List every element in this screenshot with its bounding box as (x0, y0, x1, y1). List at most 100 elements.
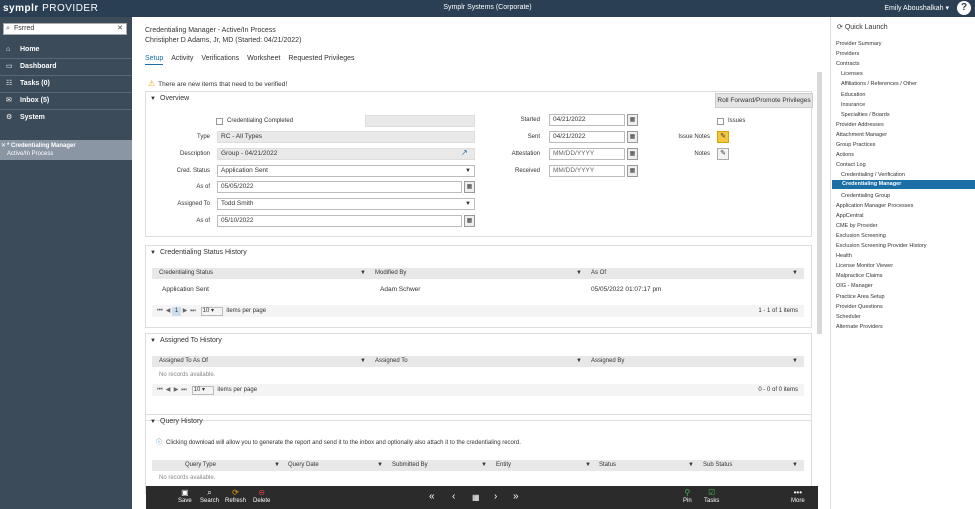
calendar-icon[interactable]: ▦ (627, 165, 638, 177)
grid-view-icon[interactable]: ▦ (472, 493, 480, 502)
main-scrollbar[interactable] (817, 72, 822, 334)
table-row[interactable]: Application Sent Adam Schwer 05/05/2022 … (152, 286, 804, 298)
tab-setup[interactable]: Setup (145, 55, 164, 65)
as-of-date-input[interactable]: 05/05/2022 (217, 181, 462, 193)
help-icon[interactable]: ? (957, 1, 971, 15)
started-date-input[interactable]: 04/21/2022 (549, 114, 625, 126)
calendar-icon[interactable]: ▦ (464, 181, 475, 193)
tab-activity[interactable]: Activity (171, 55, 193, 62)
next-record-icon[interactable]: › (494, 491, 497, 502)
calendar-icon[interactable]: ▦ (627, 131, 638, 143)
quick-launch-item[interactable]: Credentialing Group (841, 193, 890, 199)
refresh-icon[interactable]: ⟳ (837, 24, 843, 31)
quick-launch-item[interactable]: Contracts (836, 61, 860, 67)
quick-launch-item[interactable]: Affiliations / References / Other (841, 81, 917, 87)
nav-item-tasks[interactable]: ☷ Tasks (0) (0, 77, 132, 91)
quick-launch-item[interactable]: Provider Summary (836, 41, 882, 47)
user-menu[interactable]: Emily Aboushalkah ▾ (884, 4, 949, 12)
cred-completed-checkbox[interactable] (216, 118, 223, 125)
calendar-icon[interactable]: ▦ (627, 148, 638, 160)
as-of-2-date-input[interactable]: 05/10/2022 (217, 215, 462, 227)
overview-header[interactable]: ▼ Overview (146, 92, 811, 106)
quick-launch-item[interactable]: License Monitor Viewer (836, 263, 893, 269)
quick-launch-item[interactable]: Credentialing / Verification (841, 172, 905, 178)
received-date-input[interactable]: MM/DD/YYYY (549, 165, 625, 177)
filter-icon[interactable]: ▼ (377, 460, 383, 471)
tab-verifications[interactable]: Verifications (201, 55, 239, 62)
quick-launch-item[interactable]: Provider Questions (836, 304, 883, 310)
edit-icon[interactable]: ↗ (461, 148, 468, 157)
filter-icon[interactable]: ▼ (576, 356, 582, 367)
filter-icon[interactable]: ▼ (792, 356, 798, 367)
attestation-date-input[interactable]: MM/DD/YYYY (549, 148, 625, 160)
delete-button[interactable]: ⊖ Delete (253, 488, 270, 504)
tab-worksheet[interactable]: Worksheet (247, 55, 280, 62)
issues-checkbox[interactable] (717, 118, 724, 125)
quick-launch-item[interactable]: Alternate Providers (836, 324, 883, 330)
quick-launch-item[interactable]: Group Practices (836, 142, 875, 148)
cred-status-select[interactable]: Application Sent ▼ (217, 165, 475, 177)
page-size-select[interactable]: 10 ▾ (191, 386, 214, 395)
quick-launch-item[interactable]: Exclusion Screening (836, 233, 886, 239)
notes-icon[interactable]: ✎ (717, 148, 729, 160)
clear-icon[interactable]: ✕ (117, 24, 123, 34)
more-button[interactable]: ••• More (791, 488, 805, 504)
quick-launch-item[interactable]: Providers (836, 51, 859, 57)
filter-icon[interactable]: ▼ (585, 460, 591, 471)
quick-launch-item[interactable]: Contact Log (836, 162, 866, 168)
save-button[interactable]: ▣ Save (178, 488, 192, 504)
nav-item-dashboard[interactable]: ▭ Dashboard (0, 60, 132, 74)
query-history-header[interactable]: ▼ Query History (146, 415, 811, 429)
filter-icon[interactable]: ▼ (481, 460, 487, 471)
assigned-history-header[interactable]: ▼ Assigned To History (146, 334, 811, 348)
assigned-to-select[interactable]: Todd Smith ▼ (217, 198, 475, 210)
quick-launch-item[interactable]: CME by Provider (836, 223, 878, 229)
first-record-icon[interactable]: « (429, 491, 435, 502)
quick-launch-item[interactable]: Provider Addresses (836, 122, 884, 128)
quick-launch-item[interactable]: Attachment Manager (836, 132, 887, 138)
nav-item-system[interactable]: ⚙ System (0, 111, 132, 125)
filter-icon[interactable]: ▼ (360, 356, 366, 367)
previous-record-icon[interactable]: ‹ (452, 491, 455, 502)
filter-icon[interactable]: ▼ (792, 460, 798, 471)
calendar-icon[interactable]: ▦ (627, 114, 638, 126)
pager-buttons[interactable]: ⏮ ◀ ▶ ⏭ (152, 387, 188, 393)
status-history-header[interactable]: ▼ Credentialing Status History (146, 246, 811, 260)
quick-launch-item[interactable]: Practice Area Setup (836, 294, 885, 300)
close-icon[interactable]: ✕ (1, 142, 6, 150)
quick-launch-item[interactable]: Exclusion Screening Provider History (836, 243, 926, 249)
pin-button[interactable]: ⚲ Pin (683, 488, 692, 504)
open-record-tab[interactable]: ✕ * Credentialing Manager Active/In Proc… (0, 140, 132, 160)
calendar-icon[interactable]: ▦ (464, 215, 475, 227)
quick-launch-item[interactable]: Health (836, 253, 852, 259)
search-button[interactable]: ⌕ Search (200, 488, 219, 504)
quick-launch-item[interactable]: OIG - Manager (836, 283, 873, 289)
quick-launch-item[interactable]: Insurance (841, 102, 865, 108)
filter-icon[interactable]: ▼ (576, 268, 582, 279)
issue-notes-icon[interactable]: ✎ (717, 131, 729, 143)
sent-date-input[interactable]: 04/21/2022 (549, 131, 625, 143)
pager-buttons[interactable]: ⏮ ◀ 1 ▶ ⏭ (152, 307, 197, 316)
quick-launch-item[interactable]: AppCentral (836, 213, 864, 219)
filter-icon[interactable]: ▼ (688, 460, 694, 471)
nav-item-inbox[interactable]: ✉ Inbox (5) (0, 94, 132, 108)
nav-search-input[interactable]: ⌕ Fsrred ✕ (3, 23, 127, 35)
tasks-button[interactable]: ☑ Tasks (704, 488, 719, 504)
roll-forward-button[interactable]: Roll Forward/Promote Privileges (715, 93, 813, 108)
page-size-select[interactable]: 10 ▾ (200, 307, 223, 316)
quick-launch-item[interactable]: Licenses (841, 71, 863, 77)
quick-launch-item[interactable]: Education (841, 92, 865, 98)
filter-icon[interactable]: ▼ (274, 460, 280, 471)
quick-launch-item[interactable]: Specialties / Boards (841, 112, 890, 118)
quick-launch-item[interactable]: Scheduler (836, 314, 861, 320)
quick-launch-item[interactable]: Application Manager Processes (836, 203, 913, 209)
quick-launch-item[interactable]: Actions (836, 152, 854, 158)
filter-icon[interactable]: ▼ (792, 268, 798, 279)
quick-launch-item[interactable]: Credentialing Manager (832, 180, 975, 190)
refresh-button[interactable]: ⟳ Refresh (225, 488, 246, 504)
quick-launch-item[interactable]: Malpractice Claims (836, 273, 882, 279)
nav-item-home[interactable]: ⌂ Home (0, 43, 132, 57)
tab-requested-privileges[interactable]: Requested Privileges (288, 55, 354, 62)
filter-icon[interactable]: ▼ (360, 268, 366, 279)
last-record-icon[interactable]: » (513, 491, 519, 502)
